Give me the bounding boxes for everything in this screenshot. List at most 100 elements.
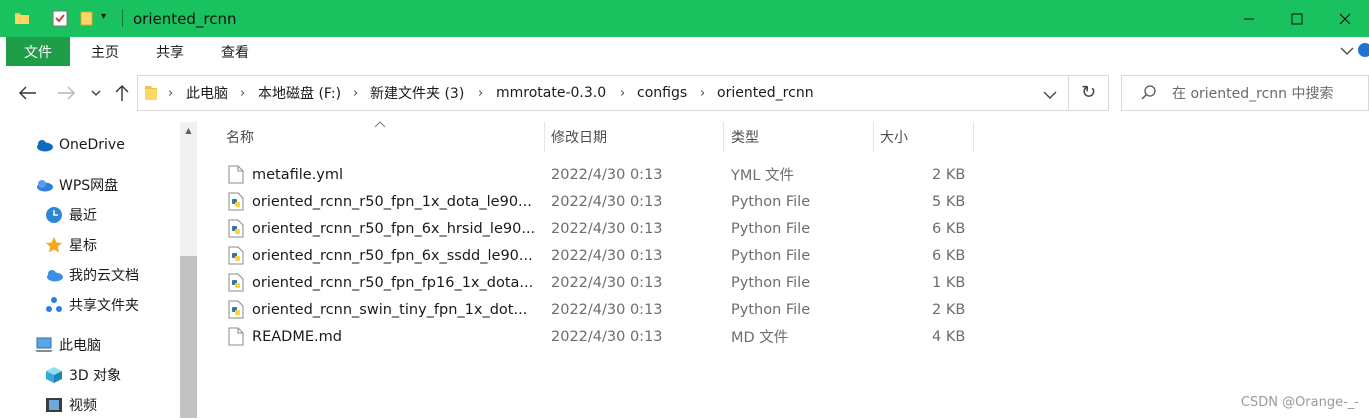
sort-ascending-icon xyxy=(374,116,386,132)
breadcrumb-separator[interactable]: › xyxy=(700,75,705,111)
properties-icon[interactable] xyxy=(52,9,68,31)
help-icon[interactable] xyxy=(1358,43,1369,57)
search-icon xyxy=(1140,84,1158,106)
column-header-type[interactable]: 类型 xyxy=(731,122,759,152)
sidebar-scrollbar-thumb[interactable] xyxy=(180,256,197,418)
title-divider xyxy=(122,9,123,27)
breadcrumb-local-disk[interactable]: 本地磁盘 (F:) xyxy=(258,75,341,111)
file-date: 2022/4/30 0:13 xyxy=(551,193,663,210)
star-icon xyxy=(44,235,64,255)
file-name[interactable]: oriented_rcnn_r50_fpn_1x_dota_le90... xyxy=(252,188,532,215)
quick-access-dropdown-icon[interactable]: ▾ xyxy=(101,11,106,22)
file-type: YML 文件 xyxy=(731,168,795,184)
column-divider[interactable] xyxy=(723,122,724,152)
file-name[interactable]: oriented_rcnn_r50_fpn_6x_ssdd_le90... xyxy=(252,242,533,269)
column-divider[interactable] xyxy=(873,122,874,152)
file-size: 2 KB xyxy=(932,301,966,318)
recent-locations-icon[interactable] xyxy=(88,75,104,111)
breadcrumb-separator[interactable]: › xyxy=(240,75,245,111)
file-type: MD 文件 xyxy=(731,330,789,346)
sidebar-item-recent[interactable]: 最近 xyxy=(44,201,97,229)
computer-icon xyxy=(34,335,54,355)
column-divider[interactable] xyxy=(973,122,974,152)
wps-cloud-icon xyxy=(34,175,54,195)
breadcrumb-new-folder[interactable]: 新建文件夹 (3) xyxy=(370,75,464,111)
file-date: 2022/4/30 0:13 xyxy=(551,166,663,183)
window-title: oriented_rcnn xyxy=(133,9,237,28)
sidebar-item-3d-objects[interactable]: 3D 对象 xyxy=(44,361,121,389)
ribbon-expand-icon[interactable] xyxy=(1340,44,1354,60)
sidebar-item-label: WPS网盘 xyxy=(59,178,119,194)
sidebar-item-shared-folder[interactable]: 共享文件夹 xyxy=(44,291,139,319)
file-size: 6 KB xyxy=(932,247,966,264)
search-input[interactable]: 在 oriented_rcnn 中搜索 xyxy=(1172,75,1333,111)
tab-home[interactable]: 主页 xyxy=(91,37,119,66)
table-row[interactable]: metafile.yml 2022/4/30 0:13 YML 文件 2 KB xyxy=(222,161,982,188)
sidebar-item-cloud-docs[interactable]: 我的云文档 xyxy=(44,261,139,289)
sidebar-item-onedrive[interactable]: OneDrive xyxy=(34,131,125,159)
breadcrumb-separator[interactable]: › xyxy=(353,75,358,111)
file-size: 2 KB xyxy=(932,166,966,183)
file-type: Python File xyxy=(731,193,811,210)
tab-view[interactable]: 查看 xyxy=(221,37,249,66)
breadcrumb-configs[interactable]: configs xyxy=(637,75,687,111)
ribbon xyxy=(0,37,1369,67)
file-name[interactable]: oriented_rcnn_r50_fpn_6x_hrsid_le90... xyxy=(252,215,535,242)
file-date: 2022/4/30 0:13 xyxy=(551,328,663,345)
file-name[interactable]: oriented_rcnn_r50_fpn_fp16_1x_dota... xyxy=(252,269,533,296)
file-type: Python File xyxy=(731,301,811,318)
file-date: 2022/4/30 0:13 xyxy=(551,301,663,318)
tab-file[interactable]: 文件 xyxy=(6,37,70,66)
breadcrumb-separator[interactable]: › xyxy=(620,75,625,111)
column-header-date[interactable]: 修改日期 xyxy=(551,122,607,152)
close-button[interactable] xyxy=(1322,0,1368,37)
tab-share[interactable]: 共享 xyxy=(156,37,184,66)
sidebar-item-label: 共享文件夹 xyxy=(69,298,139,314)
breadcrumb-separator[interactable]: › xyxy=(478,75,483,111)
python-icon xyxy=(228,192,244,211)
file-type: Python File xyxy=(731,220,811,237)
file-name[interactable]: oriented_rcnn_swin_tiny_fpn_1x_dot... xyxy=(252,296,527,323)
column-divider[interactable] xyxy=(544,122,545,152)
maximize-button[interactable] xyxy=(1274,0,1320,37)
file-size: 6 KB xyxy=(932,220,966,237)
table-row[interactable]: oriented_rcnn_r50_fpn_fp16_1x_dota... 20… xyxy=(222,269,982,296)
up-button[interactable] xyxy=(110,75,134,111)
sidebar-item-starred[interactable]: 星标 xyxy=(44,231,97,259)
sidebar-item-this-pc[interactable]: 此电脑 xyxy=(34,331,101,359)
column-header-name[interactable]: 名称 xyxy=(226,122,254,152)
table-row[interactable]: oriented_rcnn_r50_fpn_1x_dota_le90... 20… xyxy=(222,188,982,215)
sidebar-item-label: 此电脑 xyxy=(59,338,101,354)
cube-icon xyxy=(44,365,64,385)
breadcrumb-this-pc[interactable]: 此电脑 xyxy=(186,75,228,111)
folder-icon xyxy=(14,10,30,30)
back-button[interactable] xyxy=(14,75,42,111)
table-row[interactable]: oriented_rcnn_swin_tiny_fpn_1x_dot... 20… xyxy=(222,296,982,323)
sidebar-item-label: 星标 xyxy=(69,238,97,254)
table-row[interactable]: oriented_rcnn_r50_fpn_6x_hrsid_le90... 2… xyxy=(222,215,982,242)
forward-button[interactable] xyxy=(52,75,80,111)
new-folder-icon[interactable] xyxy=(79,10,95,30)
python-icon xyxy=(228,273,244,292)
file-name[interactable]: README.md xyxy=(252,323,342,350)
sidebar-item-videos[interactable]: 视频 xyxy=(44,391,97,419)
address-folder-icon xyxy=(144,85,158,105)
sidebar-item-wps[interactable]: WPS网盘 xyxy=(34,171,118,199)
scroll-up-arrow-icon[interactable]: ▲ xyxy=(180,122,197,139)
minimize-button[interactable] xyxy=(1226,0,1272,37)
table-row[interactable]: README.md 2022/4/30 0:13 MD 文件 4 KB xyxy=(222,323,982,350)
sidebar-item-label: 3D 对象 xyxy=(69,368,122,384)
breadcrumb-mmrotate[interactable]: mmrotate-0.3.0 xyxy=(496,75,606,111)
address-dropdown-icon[interactable] xyxy=(1043,88,1057,104)
watermark: CSDN @Orange-_- xyxy=(1240,395,1359,410)
column-header-size[interactable]: 大小 xyxy=(880,122,908,152)
file-name[interactable]: metafile.yml xyxy=(252,161,343,188)
python-icon xyxy=(228,219,244,238)
film-icon xyxy=(44,395,64,415)
file-size: 5 KB xyxy=(932,193,966,210)
sidebar-item-label: 我的云文档 xyxy=(69,268,139,284)
breadcrumb-oriented-rcnn[interactable]: oriented_rcnn xyxy=(717,75,814,111)
table-row[interactable]: oriented_rcnn_r50_fpn_6x_ssdd_le90... 20… xyxy=(222,242,982,269)
file-type: Python File xyxy=(731,247,811,264)
breadcrumb-separator[interactable]: › xyxy=(168,75,173,111)
